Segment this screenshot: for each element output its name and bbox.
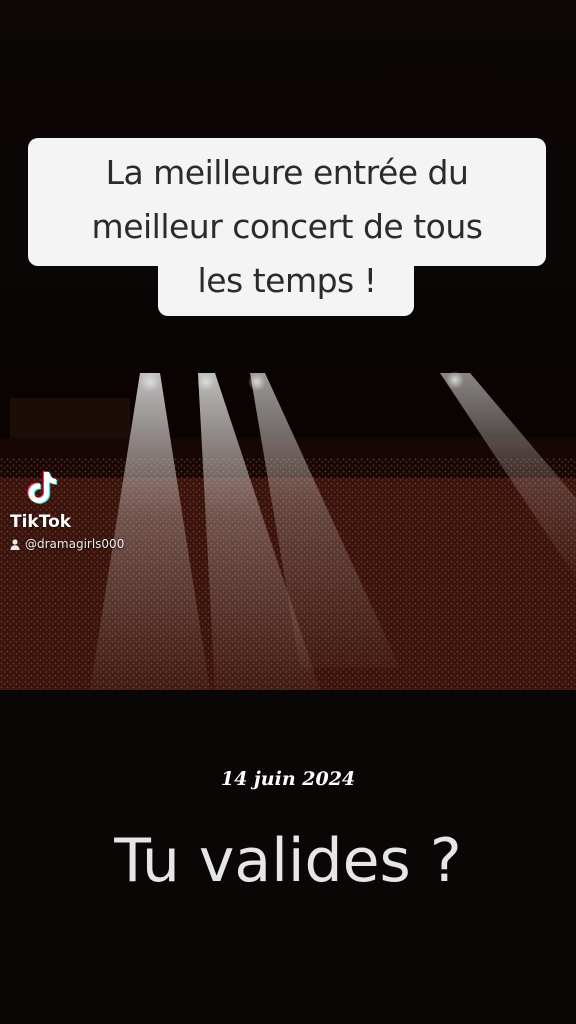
date-label: 14 juin 2024 (220, 768, 356, 790)
tiktok-brand-label: TikTok (10, 512, 72, 532)
tiktok-username[interactable]: @dramagirls000 (10, 537, 124, 551)
concert-video[interactable] (0, 368, 576, 690)
user-icon (10, 538, 20, 550)
caption-line-3: les temps ! (197, 261, 377, 300)
caption-line-2: meilleur concert de tous (91, 207, 483, 246)
caption-text: La meilleure entrée du meilleur concert … (28, 146, 546, 308)
username-label: @dramagirls000 (25, 537, 125, 551)
story-screen: La meilleure entrée du meilleur concert … (0, 0, 576, 1024)
caption-line-1: La meilleure entrée du (105, 153, 469, 192)
question-text: Tu valides ? (114, 826, 462, 896)
concert-scene (0, 368, 576, 690)
tiktok-note-icon (22, 468, 62, 508)
